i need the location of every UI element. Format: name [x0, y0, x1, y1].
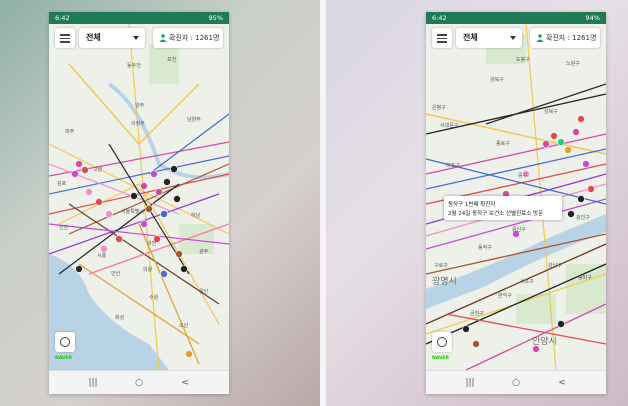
back-button[interactable]: < — [554, 375, 570, 391]
map-label: 용산구 — [512, 227, 526, 233]
region-select-value: 전체 — [86, 33, 101, 42]
map-label: 하남 — [191, 213, 201, 219]
map-attribution: NAVER — [432, 356, 449, 361]
map-label: 남양주 — [187, 117, 201, 123]
chevron-down-icon — [510, 36, 516, 40]
hamburger-icon-bar — [437, 37, 447, 39]
tooltip-title: 동작구 1번째 확진자 — [448, 202, 496, 208]
map-label: 파주 — [65, 129, 75, 135]
region-select[interactable]: 전체 — [79, 28, 145, 48]
my-location-button[interactable] — [432, 332, 452, 352]
status-time: 6:42 — [432, 14, 447, 22]
map-label: 화성 — [115, 315, 125, 321]
map-label: 강남구 — [548, 263, 562, 269]
phone-screenshot-left: 동두천 포천 양주 의정부 파주 남양주 김포 고양 서울특별시 하남 시흥 안… — [49, 12, 229, 394]
map-label: 강북구 — [490, 77, 504, 83]
hamburger-icon-bar — [437, 41, 447, 43]
map-label: 인천 — [59, 225, 69, 231]
map-label: 구로구 — [434, 263, 448, 269]
map-label: 송파구 — [578, 275, 592, 281]
confirmed-count-label: 확진자 : 1261명 — [546, 34, 597, 42]
person-icon — [536, 34, 544, 42]
map-label-city: 안양시 — [532, 337, 557, 347]
map-attribution: NAVER — [55, 356, 72, 361]
confirmed-count-button[interactable]: 확진자 : 1261명 — [530, 28, 600, 48]
hamburger-icon — [437, 34, 447, 36]
map-label: 의왕 — [143, 267, 153, 273]
map-label: 마포구 — [446, 163, 460, 169]
map-label: 의정부 — [131, 121, 145, 127]
status-bar: 6:42 95% — [49, 12, 229, 24]
location-icon — [60, 337, 70, 347]
map-label: 서대문구 — [440, 123, 459, 129]
location-icon — [437, 337, 447, 347]
map-label: 금천구 — [470, 311, 484, 317]
map-label: 중구 — [518, 173, 528, 179]
back-button[interactable]: < — [177, 375, 193, 391]
phone-screenshot-right: 노원구 도봉구 은평구 강북구 성북구 서대문구 종로구 중구 마포구 용산구 … — [426, 12, 606, 394]
map-label: 노원구 — [566, 61, 580, 67]
region-select[interactable]: 전체 — [456, 28, 522, 48]
map-label: 도봉구 — [516, 57, 530, 63]
map-canvas[interactable] — [49, 24, 229, 370]
map-label: 과천 — [147, 241, 157, 247]
home-button[interactable]: ○ — [131, 375, 147, 391]
map-toolbar: 전체 확진자 : 1261명 — [55, 28, 223, 48]
menu-button[interactable] — [55, 28, 75, 48]
map-label: 김포 — [57, 181, 67, 187]
android-nav-bar: ||| ○ < — [426, 370, 606, 394]
map-label: 고양 — [93, 167, 103, 173]
confirmed-count-label: 확진자 : 1261명 — [169, 34, 220, 42]
map-label: 성북구 — [544, 109, 558, 115]
map-label: 용인 — [199, 289, 209, 295]
map-label: 종로구 — [496, 141, 510, 147]
map-label: 동작구 — [478, 245, 492, 251]
map-label: 서초구 — [520, 279, 534, 285]
map-label: 오산 — [179, 323, 189, 329]
map-label: 광주 — [199, 249, 209, 255]
map-label: 관악구 — [498, 293, 512, 299]
map-label: 광진구 — [576, 215, 590, 221]
map-label-city: 광명시 — [432, 277, 457, 287]
hamburger-icon-bar — [60, 41, 70, 43]
map-label: 은평구 — [432, 105, 446, 111]
status-time: 6:42 — [55, 14, 70, 22]
map-label: 수원 — [149, 295, 159, 301]
my-location-button[interactable] — [55, 332, 75, 352]
region-select-value: 전체 — [463, 33, 478, 42]
hamburger-icon — [60, 34, 70, 36]
map-toolbar: 전체 확진자 : 1261명 — [432, 28, 600, 48]
chevron-down-icon — [133, 36, 139, 40]
map-label: 시흥 — [97, 253, 107, 259]
tooltip-detail: 2월 24일 동작구 보건소 선별진료소 방문 — [448, 211, 544, 217]
case-info-tooltip[interactable]: 동작구 1번째 확진자 2월 24일 동작구 보건소 선별진료소 방문 — [444, 196, 562, 220]
map-label: 안산 — [111, 271, 121, 277]
battery-level: 95% — [208, 14, 223, 22]
home-button[interactable]: ○ — [508, 375, 524, 391]
map-label: 포천 — [167, 57, 177, 63]
recents-button[interactable]: ||| — [85, 375, 101, 391]
menu-button[interactable] — [432, 28, 452, 48]
android-nav-bar: ||| ○ < — [49, 370, 229, 394]
map-label: 서울특별시 — [121, 209, 145, 215]
battery-level: 94% — [585, 14, 600, 22]
map-label: 동두천 — [127, 63, 141, 69]
status-bar: 6:42 94% — [426, 12, 606, 24]
confirmed-count-button[interactable]: 확진자 : 1261명 — [153, 28, 223, 48]
hamburger-icon-bar — [60, 37, 70, 39]
person-icon — [159, 34, 167, 42]
recents-button[interactable]: ||| — [462, 375, 478, 391]
map-label: 양주 — [135, 103, 145, 109]
